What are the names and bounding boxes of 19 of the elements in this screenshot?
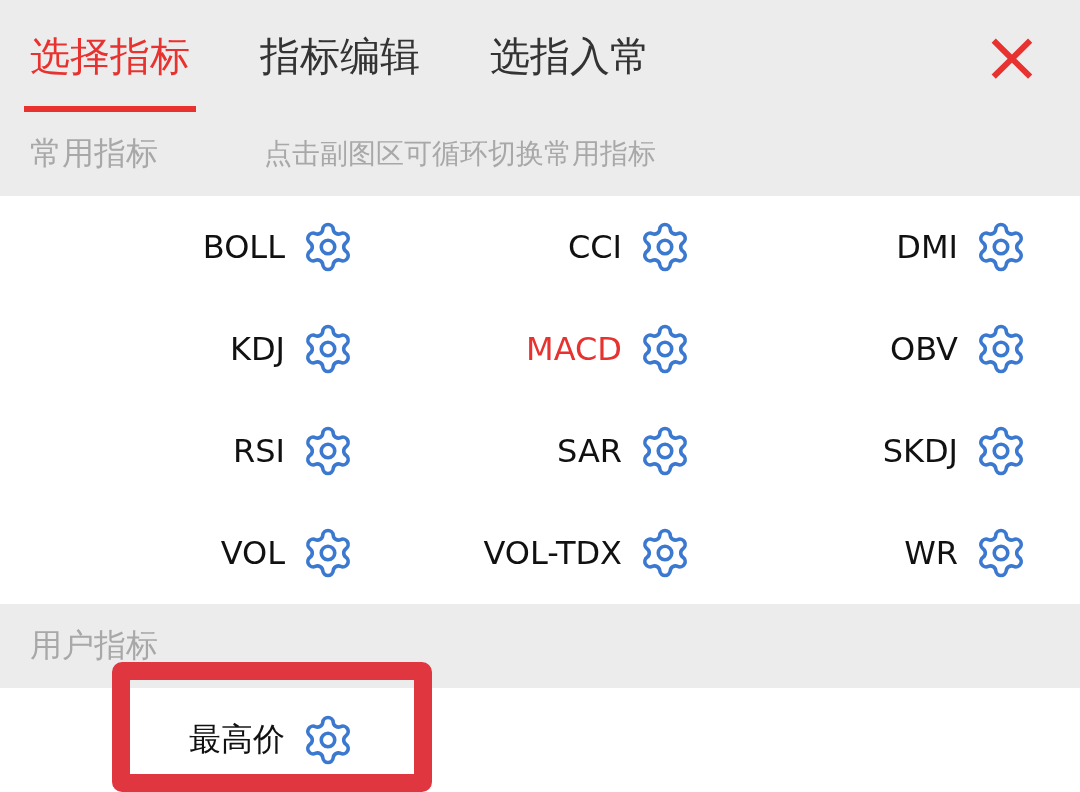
indicator-name[interactable]: SAR	[556, 432, 622, 470]
tab[interactable]: 选指入常	[484, 0, 656, 112]
indicator-name[interactable]: MACD	[526, 330, 622, 368]
section-title: 用户指标	[30, 625, 158, 666]
indicator-name[interactable]: 最高价	[189, 718, 285, 762]
tab[interactable]: 指标编辑	[254, 0, 426, 112]
indicator-name[interactable]: SKDJ	[882, 432, 958, 470]
indicator-name[interactable]: CCI	[567, 228, 622, 266]
section-title: 常用指标	[30, 133, 158, 174]
indicator-name[interactable]: BOLL	[202, 228, 285, 266]
close-button[interactable]: ×	[981, 20, 1042, 92]
indicator-name[interactable]: WR	[904, 534, 958, 572]
indicator-name[interactable]: OBV	[889, 330, 958, 368]
section-hint: 点击副图区可循环切换常用指标	[264, 136, 656, 172]
indicator-name[interactable]: RSI	[233, 432, 285, 470]
indicator-name[interactable]: VOL-TDX	[483, 534, 622, 572]
indicator-name[interactable]: VOL	[220, 534, 285, 572]
indicator-name[interactable]: KDJ	[229, 330, 285, 368]
indicator-name[interactable]: DMI	[896, 228, 958, 266]
